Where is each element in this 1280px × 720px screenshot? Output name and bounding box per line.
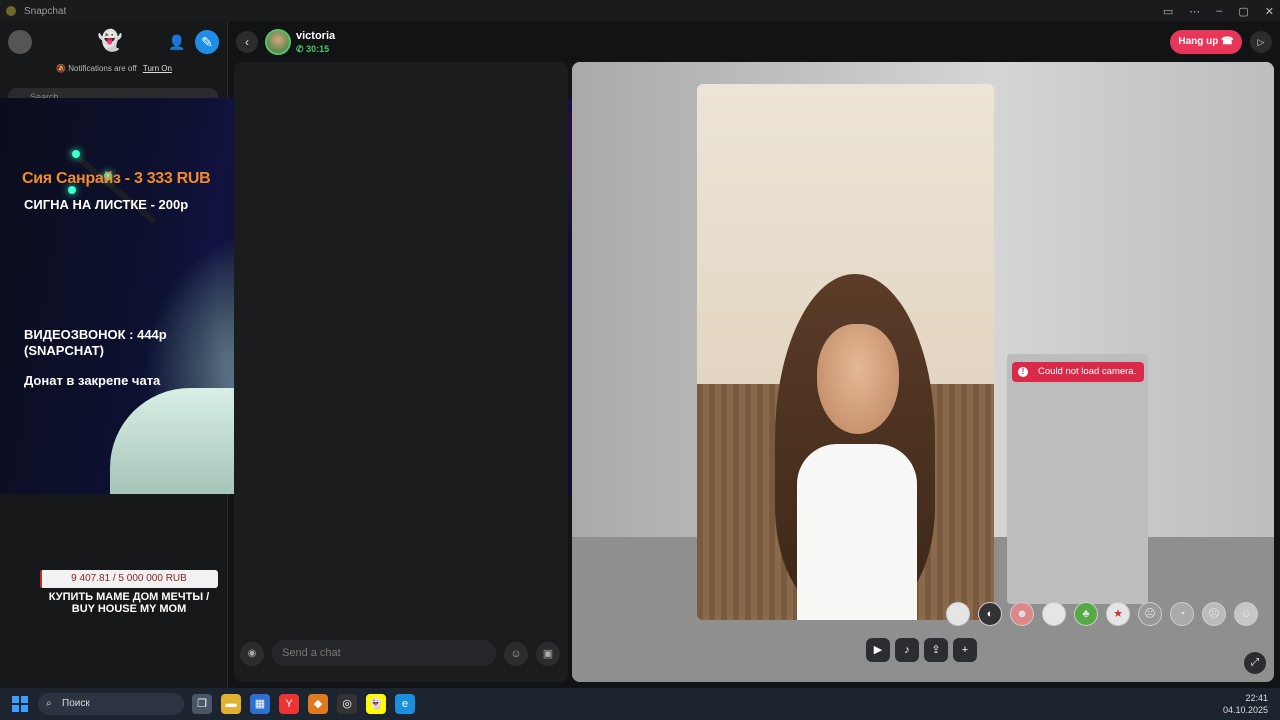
taskbar-apps: ❐ ▬ ▦ Y ◆ ◎ 👻 e — [192, 694, 415, 714]
window-controls: ▭ ⋯ – ▢ ✕ — [1163, 0, 1274, 22]
chat-input[interactable] — [272, 640, 496, 666]
contact-name[interactable]: victoria — [296, 30, 335, 42]
notifications-text: Notifications are off — [68, 64, 137, 73]
emoji-icon[interactable]: ☺ — [504, 642, 528, 666]
window-title: Snapchat — [24, 5, 67, 17]
notifications-banner: 🔕 Notifications are off Turn On — [0, 64, 228, 73]
more-options-icon[interactable]: ⋯ — [1189, 5, 1200, 18]
lens-icon[interactable]: ☻ — [1010, 602, 1034, 626]
snapchat-taskbar-icon[interactable]: 👻 — [366, 694, 386, 714]
lens-icon[interactable]: ◔ — [1170, 602, 1194, 626]
hang-up-button[interactable]: Hang up ☎ — [1170, 30, 1242, 54]
sidebar-toolbar: 👻 👤 ✎ — [0, 22, 227, 62]
donation-goal-caption: КУПИТЬ МАМЕ ДОМ МЕЧТЫ / BUY HOUSE MY MOM — [40, 591, 218, 615]
caller-top — [797, 444, 917, 620]
profile-avatar[interactable] — [8, 30, 32, 54]
price-line: (SNAPCHAT) — [24, 343, 104, 358]
lens-icon[interactable]: ☺ — [1234, 602, 1258, 626]
led-light — [72, 150, 80, 158]
edge-icon[interactable]: e — [395, 694, 415, 714]
add-participant-icon[interactable]: + — [953, 638, 977, 662]
sticker-icon[interactable]: ▣ — [536, 642, 560, 666]
task-view-icon[interactable]: ❐ — [192, 694, 212, 714]
turn-on-link[interactable]: Turn On — [143, 64, 172, 73]
chat-header: ‹ victoria ✆ 30:15 Hang up ☎ ▷ — [228, 22, 1280, 62]
maximize-icon[interactable]: ▢ — [1238, 5, 1248, 18]
lens-icon[interactable]: ☹ — [1202, 602, 1226, 626]
add-friend-icon[interactable]: 👤 — [166, 31, 188, 53]
camera-icon[interactable]: ◉ — [240, 642, 264, 666]
price-line: Донат в закрепе чата — [24, 373, 161, 388]
expand-icon[interactable]: ⤢ — [1244, 652, 1266, 674]
obs-icon[interactable]: ◎ — [337, 694, 357, 714]
yandex-browser-icon[interactable]: Y — [279, 694, 299, 714]
lens-icon[interactable]: ◐ — [978, 602, 1002, 626]
lens-icon[interactable]: ✪ — [1042, 602, 1066, 626]
alert-icon: ! — [1018, 367, 1028, 377]
snapchat-logo-icon — [6, 6, 16, 16]
new-chat-button[interactable]: ✎ — [195, 30, 219, 54]
goal-caption-line: КУПИТЬ МАМЕ ДОМ МЕЧТЫ / — [48, 591, 210, 603]
store-icon[interactable]: ▦ — [250, 694, 270, 714]
hang-up-icon: ☎ — [1221, 36, 1234, 47]
goal-caption-line: BUY HOUSE MY MOM — [71, 603, 187, 615]
caller-face — [817, 324, 899, 434]
hang-up-label: Hang up — [1178, 36, 1219, 47]
back-button[interactable]: ‹ — [236, 31, 258, 53]
price-line: ВИДЕОЗВОНОК : 444р — [24, 327, 167, 342]
play-icon[interactable]: ▷ — [1250, 31, 1272, 53]
lens-icon[interactable]: ☺ — [946, 602, 970, 626]
donation-goal-fill — [40, 570, 42, 588]
lens-carousel: ☺ ◐ ☻ ✪ ♣ ★ ☹ ◔ ☹ ☺ — [946, 602, 1258, 626]
taskbar-search-label: Поиск — [62, 698, 90, 709]
app-icon[interactable]: ◆ — [308, 694, 328, 714]
lens-icon[interactable]: ★ — [1106, 602, 1130, 626]
local-video-tile — [1007, 354, 1148, 604]
call-timer: ✆ 30:15 — [296, 44, 329, 55]
lens-icon[interactable]: ♣ — [1074, 602, 1098, 626]
chat-panel — [234, 62, 568, 682]
contact-avatar[interactable] — [265, 29, 291, 55]
camera-error-text: Could not load camera. — [1038, 366, 1137, 377]
taskbar-search[interactable]: ⌕ Поиск — [38, 693, 184, 715]
phone-icon: ✆ — [296, 44, 304, 54]
minimize-icon[interactable]: – — [1216, 5, 1222, 17]
lens-icon[interactable]: ☹ — [1138, 602, 1162, 626]
call-controls: ▶ ♪ ⇪ + — [866, 638, 977, 662]
price-line: СИГНА НА ЛИСТКЕ - 200р — [24, 197, 189, 212]
ghost-icon[interactable]: 👻 — [96, 28, 124, 56]
camera-error-toast: ! Could not load camera. — [1012, 362, 1144, 382]
video-camera-icon[interactable]: ▶ — [866, 638, 890, 662]
chat-input-row: ◉ ☺ ▣ — [240, 640, 564, 666]
clock-date: 04.10.2025 — [1222, 705, 1268, 715]
donation-goal-text: 9 407.81 / 5 000 000 RUB — [71, 573, 187, 584]
donation-goal-bar: 9 407.81 / 5 000 000 RUB — [40, 570, 218, 588]
file-explorer-icon[interactable]: ▬ — [221, 694, 241, 714]
search-icon: ⌕ — [46, 698, 52, 709]
bell-off-icon: 🔕 — [56, 64, 67, 73]
call-time-value: 30:15 — [306, 44, 330, 54]
top-donation-text: Сия Санрайз - 3 333 RUB — [22, 170, 211, 187]
taskbar-clock[interactable]: 22:41 04.10.2025 — [1223, 692, 1268, 716]
window-titlebar: Snapchat ▭ ⋯ – ▢ ✕ — [0, 0, 1280, 22]
microphone-icon[interactable]: ♪ — [895, 638, 919, 662]
close-icon[interactable]: ✕ — [1265, 5, 1274, 18]
windows-taskbar: ⌕ Поиск ❐ ▬ ▦ Y ◆ ◎ 👻 e 22:41 04.10.2025 — [0, 688, 1280, 720]
clock-time: 22:41 — [1245, 693, 1268, 703]
picture-in-picture-icon[interactable]: ▭ — [1163, 5, 1173, 18]
remote-video-feed — [697, 84, 994, 620]
windows-start-icon[interactable] — [12, 696, 28, 712]
screen-share-icon[interactable]: ⇪ — [924, 638, 948, 662]
